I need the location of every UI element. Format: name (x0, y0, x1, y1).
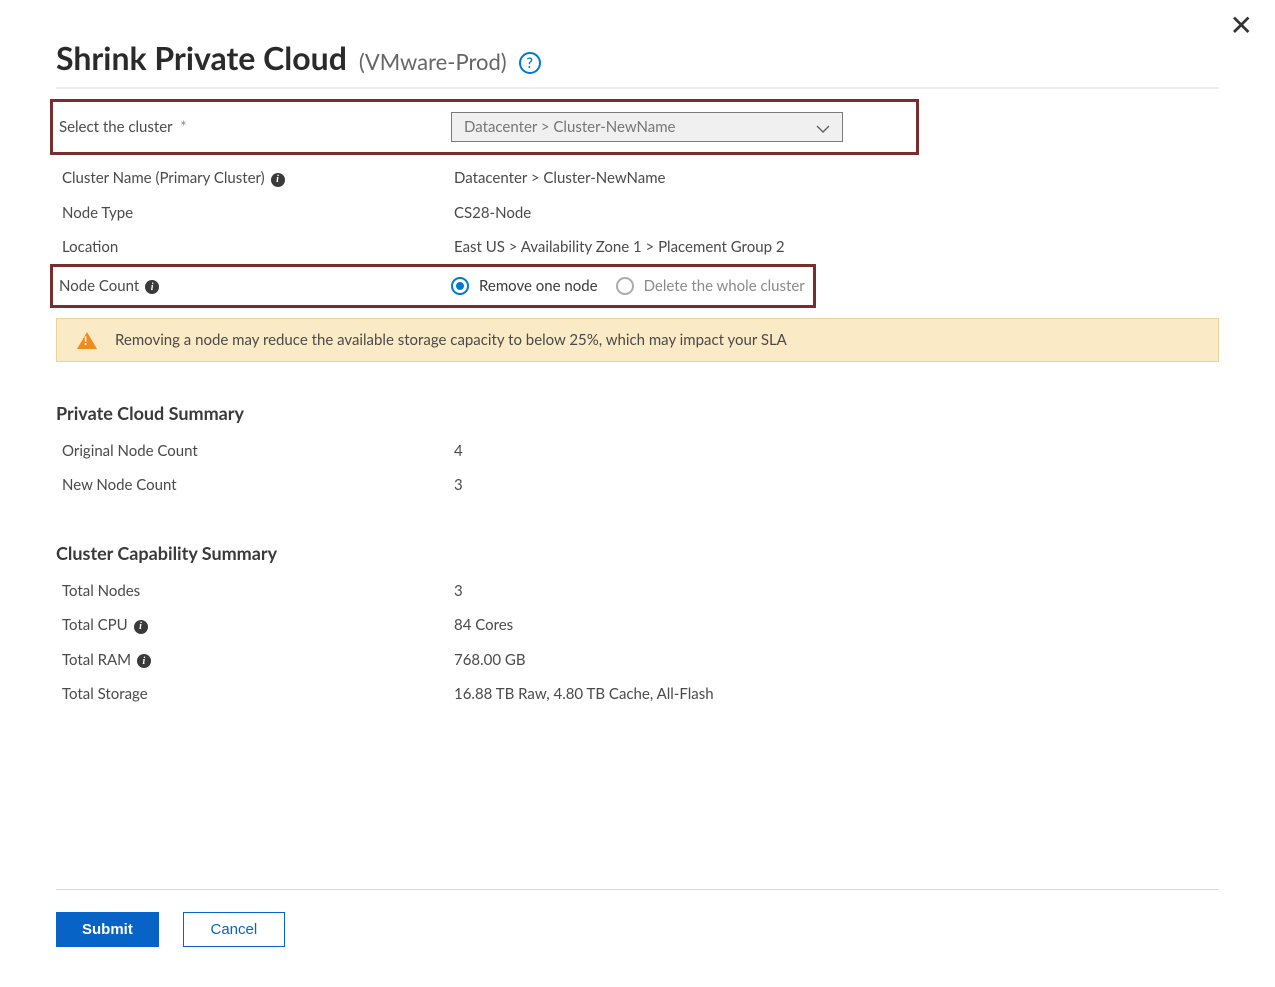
location-label: Location (62, 238, 454, 256)
divider (56, 889, 1219, 890)
divider (56, 87, 1219, 89)
new-node-count-value: 3 (454, 476, 463, 494)
submit-button[interactable]: Submit (56, 912, 159, 947)
node-count-highlight: Node Count i Remove one node Delete the … (50, 264, 816, 309)
radio-remove-label: Remove one node (479, 277, 598, 295)
radio-remove-one-node[interactable]: Remove one node (451, 277, 598, 295)
radio-delete-label: Delete the whole cluster (644, 277, 805, 295)
total-nodes-label: Total Nodes (62, 582, 454, 600)
radio-unselected-icon (616, 277, 634, 295)
total-cpu-label: Total CPU (62, 616, 128, 634)
warning-text: Removing a node may reduce the available… (115, 331, 787, 349)
warning-icon (77, 332, 97, 349)
required-asterisk: * (180, 118, 186, 136)
page-subtitle: (VMware-Prod) (359, 48, 507, 75)
total-ram-value: 768.00 GB (454, 651, 526, 669)
cluster-select-value: Datacenter > Cluster-NewName (464, 118, 675, 136)
total-storage-label: Total Storage (62, 685, 454, 703)
total-ram-label: Total RAM (62, 651, 131, 669)
help-icon[interactable]: ? (519, 52, 541, 74)
info-icon[interactable]: i (145, 280, 159, 294)
warning-banner: Removing a node may reduce the available… (56, 318, 1219, 362)
capability-title: Cluster Capability Summary (56, 542, 1219, 564)
total-cpu-value: 84 Cores (454, 616, 513, 634)
summary-title: Private Cloud Summary (56, 402, 1219, 424)
select-cluster-label: Select the cluster (59, 118, 172, 136)
page-title: Shrink Private Cloud (56, 38, 347, 77)
node-type-label: Node Type (62, 204, 454, 222)
cluster-select[interactable]: Datacenter > Cluster-NewName (451, 112, 843, 142)
radio-delete-cluster[interactable]: Delete the whole cluster (616, 277, 805, 295)
node-type-value: CS28-Node (454, 204, 531, 222)
node-count-label: Node Count (59, 277, 139, 295)
select-cluster-highlight: Select the cluster * Datacenter > Cluste… (50, 99, 919, 155)
original-node-count-label: Original Node Count (62, 442, 454, 460)
chevron-down-icon (816, 119, 830, 136)
new-node-count-label: New Node Count (62, 476, 454, 494)
location-value: East US > Availability Zone 1 > Placemen… (454, 238, 785, 256)
info-icon[interactable]: i (271, 173, 285, 187)
cancel-button[interactable]: Cancel (183, 912, 285, 947)
cluster-name-value: Datacenter > Cluster-NewName (454, 169, 665, 187)
total-storage-value: 16.88 TB Raw, 4.80 TB Cache, All-Flash (454, 685, 714, 703)
close-icon[interactable]: ✕ (1230, 10, 1253, 38)
radio-selected-icon (451, 277, 469, 295)
total-nodes-value: 3 (454, 582, 463, 600)
info-icon[interactable]: i (134, 620, 148, 634)
info-icon[interactable]: i (137, 654, 151, 668)
cluster-name-label: Cluster Name (Primary Cluster) (62, 169, 265, 187)
original-node-count-value: 4 (454, 442, 463, 460)
